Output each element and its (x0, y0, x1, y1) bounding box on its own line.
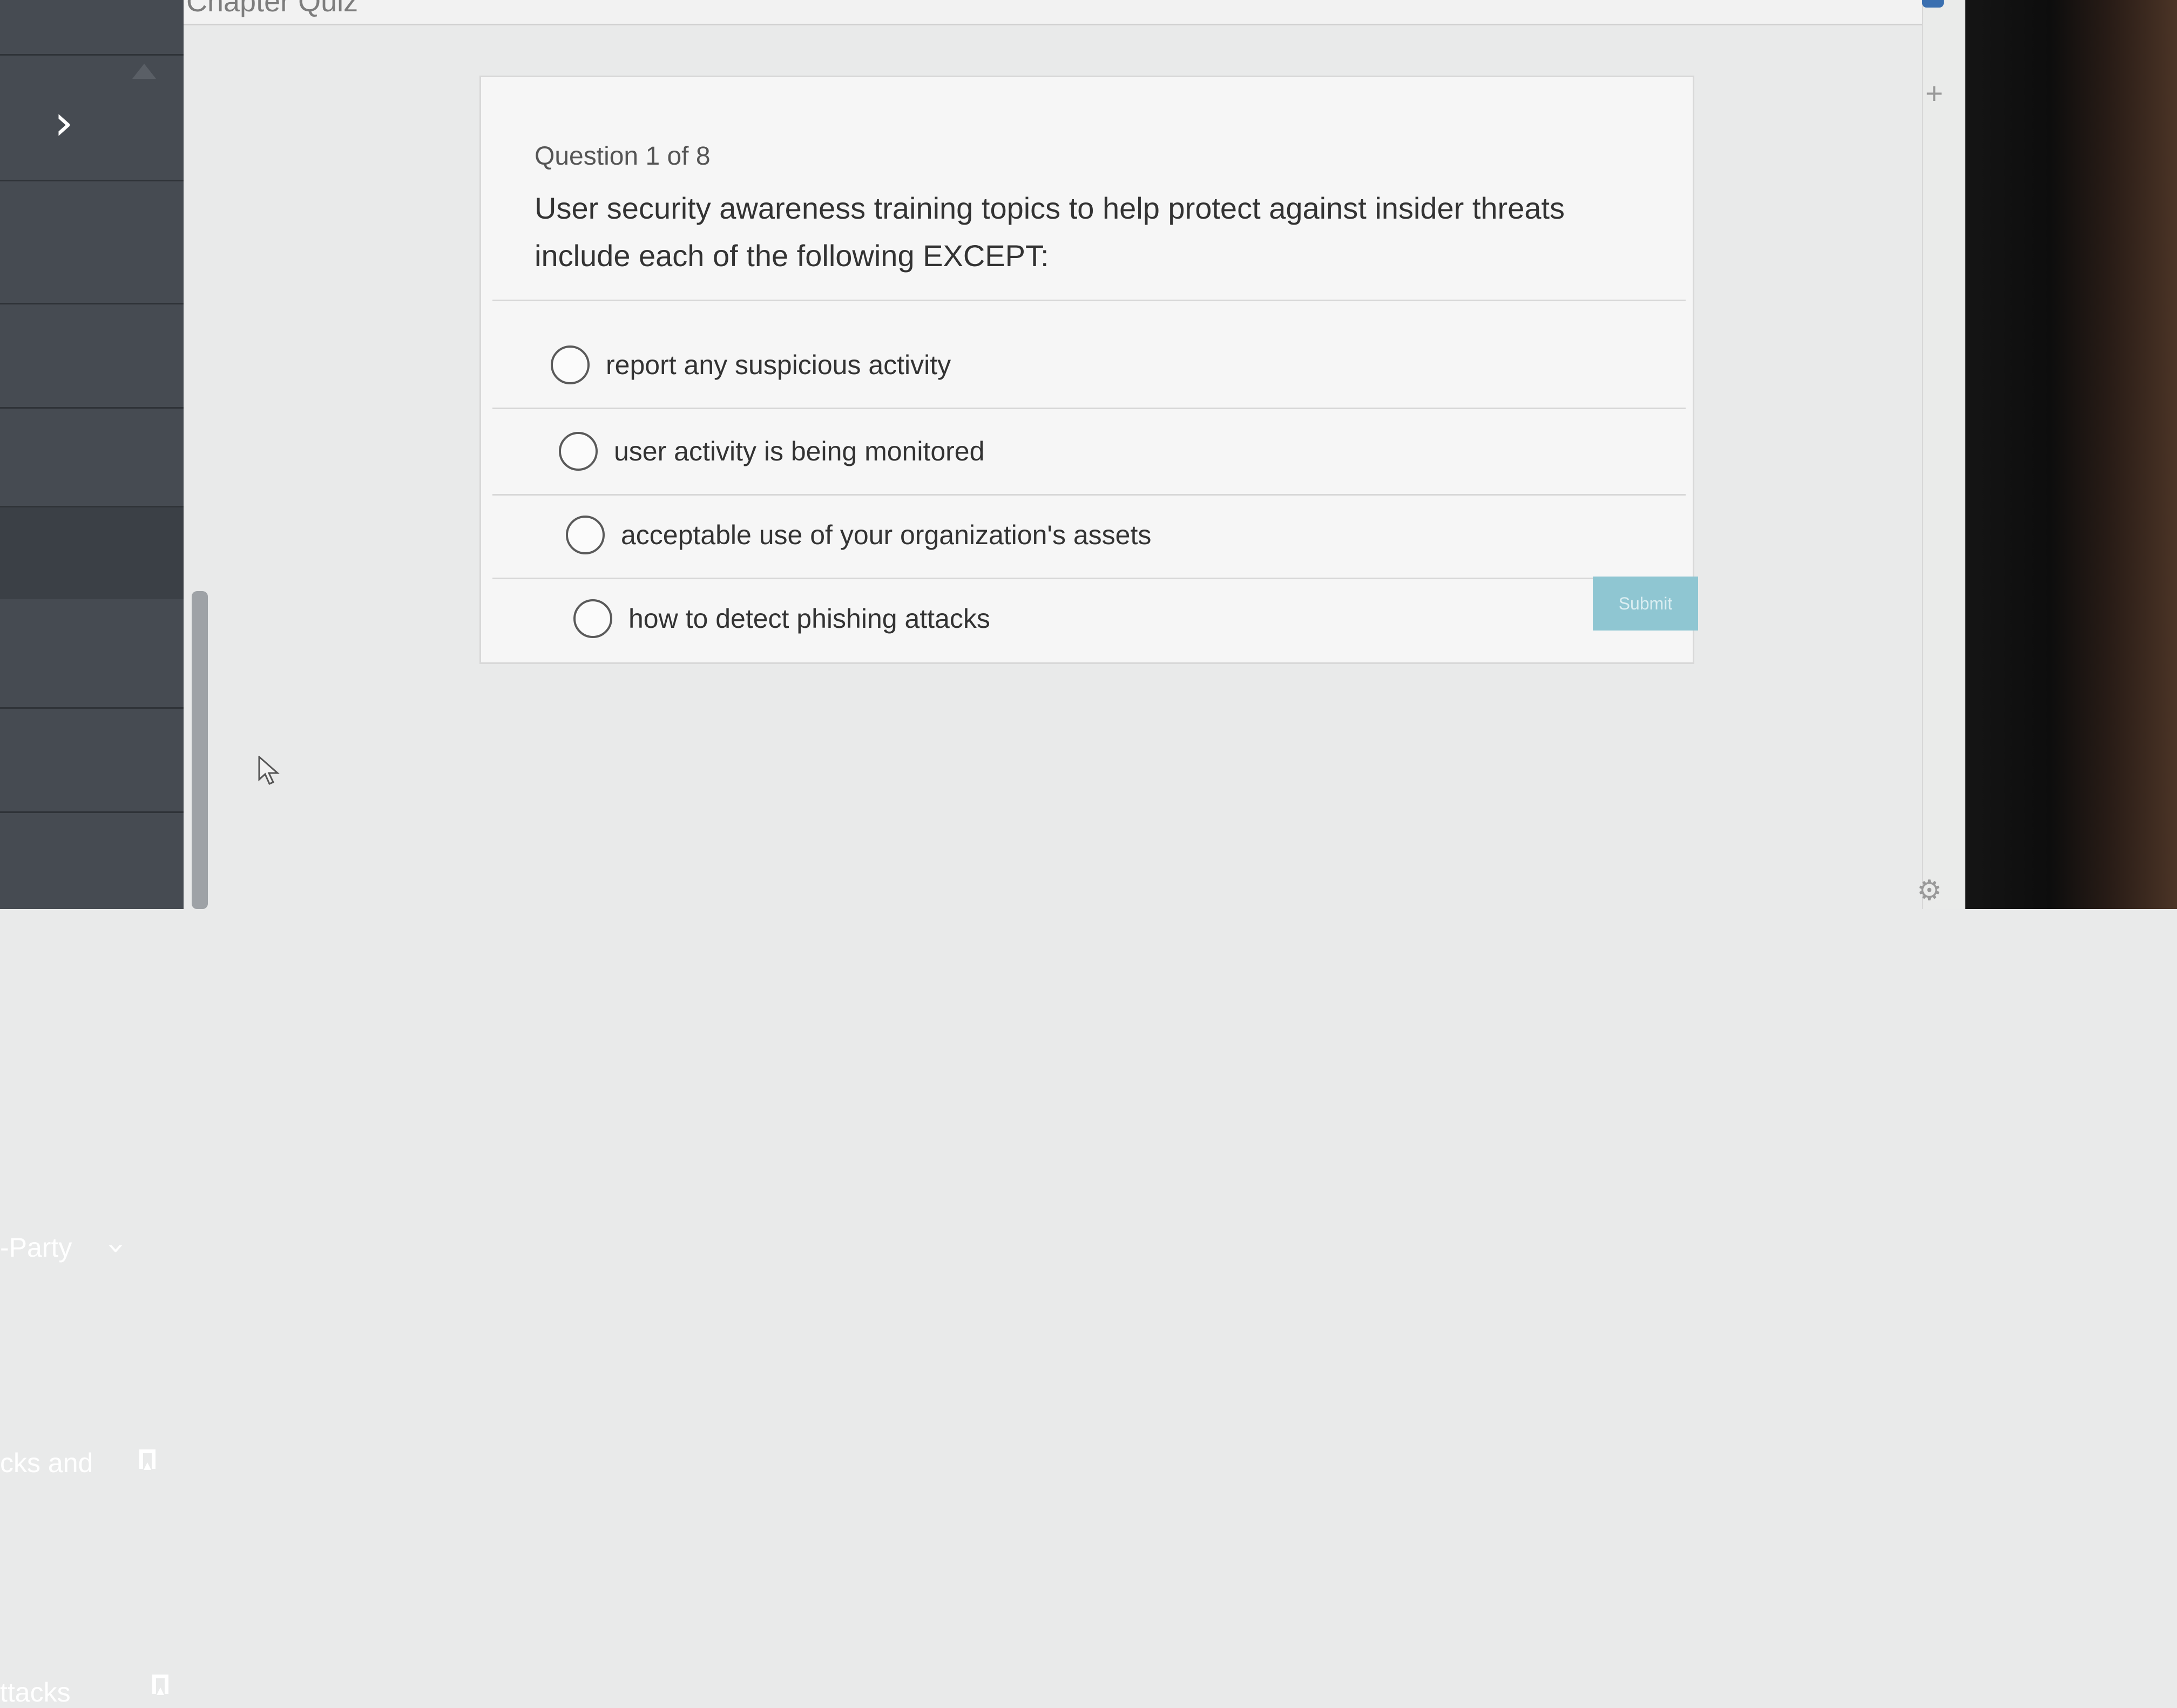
divider (492, 408, 1686, 409)
answer-label: report any suspicious activity (606, 350, 951, 380)
answer-option-2[interactable]: user activity is being monitored (559, 432, 984, 471)
radio-button[interactable] (551, 345, 590, 384)
answer-label: user activity is being monitored (614, 436, 985, 466)
scroll-up-arrow[interactable] (132, 64, 156, 79)
sidebar: › › -Party › cks and ttacks (0, 0, 184, 1707)
radio-button[interactable] (559, 432, 598, 471)
answer-option-4[interactable]: how to detect phishing attacks (573, 599, 990, 638)
right-rail (1922, 0, 1966, 909)
top-bar (184, 0, 1965, 25)
window-badge (1922, 0, 1944, 8)
sidebar-item-label: ttacks (0, 1677, 71, 1707)
chevron-down-icon[interactable]: › (99, 1242, 134, 1254)
sidebar-header-panel (0, 0, 184, 56)
question-text: User security awareness training topics … (535, 191, 1565, 273)
answer-label: how to detect phishing attacks (628, 604, 990, 634)
question-counter: Question 1 of 8 (535, 142, 711, 171)
answer-label: acceptable use of your organization's as… (621, 520, 1152, 550)
sidebar-item-label: -Party (0, 1232, 72, 1263)
sidebar-item-bookmark-2[interactable] (0, 409, 184, 861)
monitor-bezel (1965, 0, 2177, 909)
scrollbar[interactable] (192, 591, 208, 909)
radio-button[interactable] (573, 599, 612, 638)
sidebar-nav-forward[interactable]: › (0, 56, 184, 181)
sidebar-nav-expand[interactable]: › (0, 181, 184, 410)
page-title: Chapter Quiz (186, 0, 359, 18)
sidebar-item-label: cks and (0, 1448, 93, 1478)
sidebar-item-party[interactable]: -Party › (0, 599, 184, 1263)
gear-icon[interactable]: ⚙ (1917, 875, 1942, 907)
radio-button[interactable] (566, 516, 605, 554)
divider (492, 578, 1686, 579)
sidebar-item-attacks-and[interactable]: cks and (0, 709, 184, 1478)
answer-option-1[interactable]: report any suspicious activity (551, 345, 951, 384)
sidebar-item-attacks[interactable]: ttacks (0, 813, 184, 1707)
bookmark-icon[interactable] (152, 1675, 168, 1695)
divider (492, 300, 1686, 301)
chevron-right-icon[interactable]: › (54, 99, 73, 147)
answer-option-3[interactable]: acceptable use of your organization's as… (566, 516, 1151, 554)
sidebar-item-bookmark-1[interactable] (0, 304, 184, 654)
bookmark-icon[interactable] (139, 1449, 156, 1470)
submit-button[interactable]: Submit (1593, 577, 1698, 631)
divider (492, 494, 1686, 496)
mouse-cursor-icon (258, 756, 280, 785)
plus-icon[interactable]: + (1925, 76, 1943, 111)
